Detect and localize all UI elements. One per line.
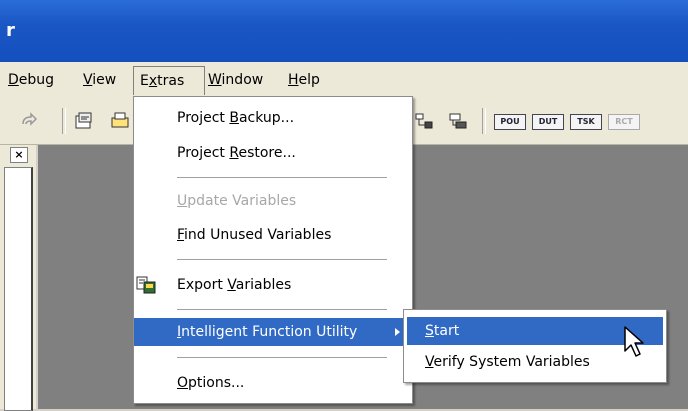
rct-button[interactable]: RCT [608,114,640,130]
menu-separator [177,357,387,358]
tsk-button[interactable]: TSK [570,114,602,130]
menu-item-update-variables[interactable]: Update Variables [134,187,412,215]
project-tree[interactable] [4,167,33,411]
submenu-arrow-icon [395,328,400,336]
redo-icon[interactable] [20,112,40,130]
mouse-cursor-icon [624,326,644,357]
print-icon[interactable] [110,112,130,130]
menu-item-project-backup[interactable]: Project Backup... [134,104,412,132]
menu-view[interactable]: View [77,70,122,90]
toolbar-separator [62,108,66,134]
properties-icon[interactable] [74,112,94,130]
menu-item-options[interactable]: Options... [134,369,412,397]
menu-window[interactable]: Window [202,70,269,90]
dut-button[interactable]: DUT [532,114,564,130]
extras-menu: Project Backup... Project Restore... Upd… [133,96,413,404]
menu-debug[interactable]: Debug [2,70,60,90]
menu-item-export-variables[interactable]: Export Variables [134,271,412,299]
network-icon[interactable] [414,112,434,130]
export-variables-icon [136,276,156,294]
project-panel: × [0,145,36,411]
menu-item-intelligent-function-utility[interactable]: Intelligent Function Utility [134,318,412,346]
connect-icon[interactable] [448,112,468,130]
menu-bar: Debug View Extras Window Help [0,62,688,99]
menu-separator [177,177,387,178]
title-bar: r [0,0,688,62]
menu-extras[interactable]: Extras [133,66,205,95]
toolbar-separator [482,108,486,134]
menu-item-find-unused-variables[interactable]: Find Unused Variables [134,221,412,249]
menu-separator [177,259,387,260]
menu-help[interactable]: Help [282,70,326,90]
window-title: r [6,20,15,41]
close-icon[interactable]: × [10,147,28,163]
menu-item-project-restore[interactable]: Project Restore... [134,139,412,167]
menu-separator [177,309,387,310]
pou-button[interactable]: POU [494,114,526,130]
